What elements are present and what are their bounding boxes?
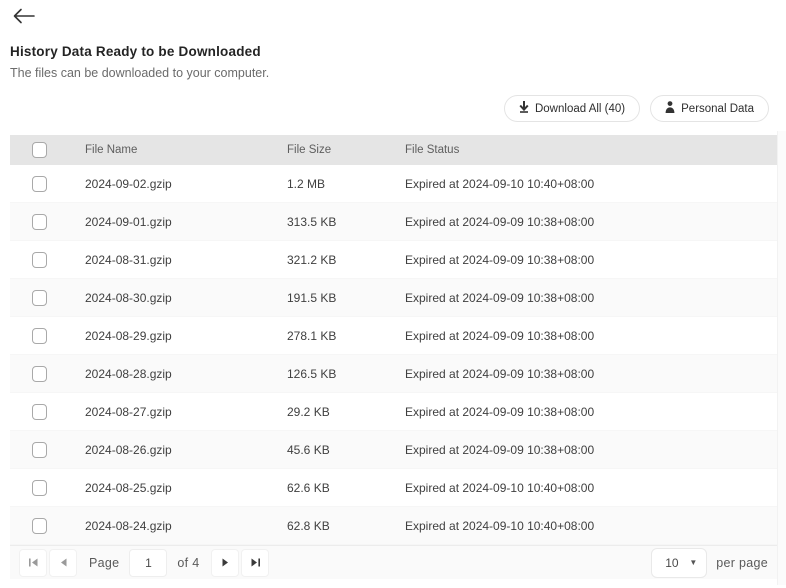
page-size-value: 10 xyxy=(665,556,678,570)
file-size-cell: 1.2 MB xyxy=(287,177,405,191)
row-checkbox[interactable] xyxy=(32,328,47,344)
table-footer: Page of 4 10 xyxy=(10,545,777,579)
first-page-icon xyxy=(29,555,38,570)
row-checkbox[interactable] xyxy=(32,404,47,420)
table-row: 2024-08-28.gzip 126.5 KB Expired at 2024… xyxy=(10,355,777,393)
table-header-row: File Name File Size File Status xyxy=(10,135,777,165)
file-size-cell: 45.6 KB xyxy=(287,443,405,457)
last-page-icon xyxy=(251,555,260,570)
download-arrow-icon xyxy=(519,101,529,116)
file-status-cell: Expired at 2024-09-10 10:40+08:00 xyxy=(405,481,777,495)
file-size-cell: 62.8 KB xyxy=(287,519,405,533)
file-name-cell: 2024-08-25.gzip xyxy=(85,481,287,495)
file-status-cell: Expired at 2024-09-09 10:38+08:00 xyxy=(405,367,777,381)
file-name-cell: 2024-08-27.gzip xyxy=(85,405,287,419)
table-row: 2024-08-24.gzip 62.8 KB Expired at 2024-… xyxy=(10,507,777,545)
per-page-label: per page xyxy=(716,556,768,570)
file-name-cell: 2024-08-30.gzip xyxy=(85,291,287,305)
action-buttons: Download All (40) Personal Data xyxy=(504,95,769,122)
file-name-cell: 2024-09-01.gzip xyxy=(85,215,287,229)
file-size-cell: 321.2 KB xyxy=(287,253,405,267)
chevron-down-icon: ▼ xyxy=(689,558,697,567)
column-header-file-name: File Name xyxy=(85,144,287,156)
file-name-cell: 2024-08-29.gzip xyxy=(85,329,287,343)
file-name-cell: 2024-08-26.gzip xyxy=(85,443,287,457)
file-status-cell: Expired at 2024-09-09 10:38+08:00 xyxy=(405,443,777,457)
previous-page-icon xyxy=(60,555,67,570)
file-status-cell: Expired at 2024-09-09 10:38+08:00 xyxy=(405,253,777,267)
select-all-checkbox[interactable] xyxy=(32,142,47,158)
table-row: 2024-08-27.gzip 29.2 KB Expired at 2024-… xyxy=(10,393,777,431)
file-size-cell: 29.2 KB xyxy=(287,405,405,419)
first-page-button[interactable] xyxy=(19,549,47,577)
download-all-button[interactable]: Download All (40) xyxy=(504,95,640,122)
file-status-cell: Expired at 2024-09-09 10:38+08:00 xyxy=(405,215,777,229)
table-row: 2024-08-29.gzip 278.1 KB Expired at 2024… xyxy=(10,317,777,355)
file-status-cell: Expired at 2024-09-09 10:38+08:00 xyxy=(405,329,777,343)
table-row: 2024-09-01.gzip 313.5 KB Expired at 2024… xyxy=(10,203,777,241)
personal-data-button[interactable]: Personal Data xyxy=(650,95,769,122)
table-body: 2024-09-02.gzip 1.2 MB Expired at 2024-0… xyxy=(10,165,777,545)
person-icon xyxy=(665,101,675,116)
back-button[interactable] xyxy=(13,6,39,28)
file-size-cell: 191.5 KB xyxy=(287,291,405,305)
last-page-button[interactable] xyxy=(241,549,269,577)
file-name-cell: 2024-08-31.gzip xyxy=(85,253,287,267)
row-checkbox[interactable] xyxy=(32,442,47,458)
file-size-cell: 126.5 KB xyxy=(287,367,405,381)
page-size-select[interactable]: 10 ▼ xyxy=(651,548,707,578)
file-name-cell: 2024-08-24.gzip xyxy=(85,519,287,533)
download-all-label: Download All (40) xyxy=(535,103,625,115)
row-checkbox[interactable] xyxy=(32,480,47,496)
row-checkbox[interactable] xyxy=(32,214,47,230)
column-header-file-size: File Size xyxy=(287,144,405,156)
file-size-cell: 62.6 KB xyxy=(287,481,405,495)
table-row: 2024-08-31.gzip 321.2 KB Expired at 2024… xyxy=(10,241,777,279)
page-title: History Data Ready to be Downloaded xyxy=(10,44,261,59)
file-table: File Name File Size File Status 2024-09-… xyxy=(10,135,777,579)
personal-data-label: Personal Data xyxy=(681,103,754,115)
page-count-label: of 4 xyxy=(177,556,199,570)
previous-page-button[interactable] xyxy=(49,549,77,577)
scrollbar-track[interactable] xyxy=(777,131,786,585)
table-row: 2024-08-30.gzip 191.5 KB Expired at 2024… xyxy=(10,279,777,317)
page-size-control: 10 ▼ per page xyxy=(651,548,768,578)
column-header-file-status: File Status xyxy=(405,144,777,156)
file-status-cell: Expired at 2024-09-10 10:40+08:00 xyxy=(405,177,777,191)
table-row: 2024-08-26.gzip 45.6 KB Expired at 2024-… xyxy=(10,431,777,469)
page-subtitle: The files can be downloaded to your comp… xyxy=(10,66,269,80)
table-row: 2024-08-25.gzip 62.6 KB Expired at 2024-… xyxy=(10,469,777,507)
file-status-cell: Expired at 2024-09-10 10:40+08:00 xyxy=(405,519,777,533)
row-checkbox[interactable] xyxy=(32,366,47,382)
file-size-cell: 313.5 KB xyxy=(287,215,405,229)
row-checkbox[interactable] xyxy=(32,290,47,306)
file-size-cell: 278.1 KB xyxy=(287,329,405,343)
file-status-cell: Expired at 2024-09-09 10:38+08:00 xyxy=(405,291,777,305)
file-status-cell: Expired at 2024-09-09 10:38+08:00 xyxy=(405,405,777,419)
file-name-cell: 2024-09-02.gzip xyxy=(85,177,287,191)
row-checkbox[interactable] xyxy=(32,176,47,192)
file-name-cell: 2024-08-28.gzip xyxy=(85,367,287,381)
next-page-icon xyxy=(222,555,229,570)
page-label: Page xyxy=(89,556,119,570)
back-arrow-icon xyxy=(13,8,35,27)
pager: Page of 4 xyxy=(19,549,269,577)
row-checkbox[interactable] xyxy=(32,518,47,534)
page-number-input[interactable] xyxy=(129,549,167,577)
table-row: 2024-09-02.gzip 1.2 MB Expired at 2024-0… xyxy=(10,165,777,203)
row-checkbox[interactable] xyxy=(32,252,47,268)
next-page-button[interactable] xyxy=(211,549,239,577)
